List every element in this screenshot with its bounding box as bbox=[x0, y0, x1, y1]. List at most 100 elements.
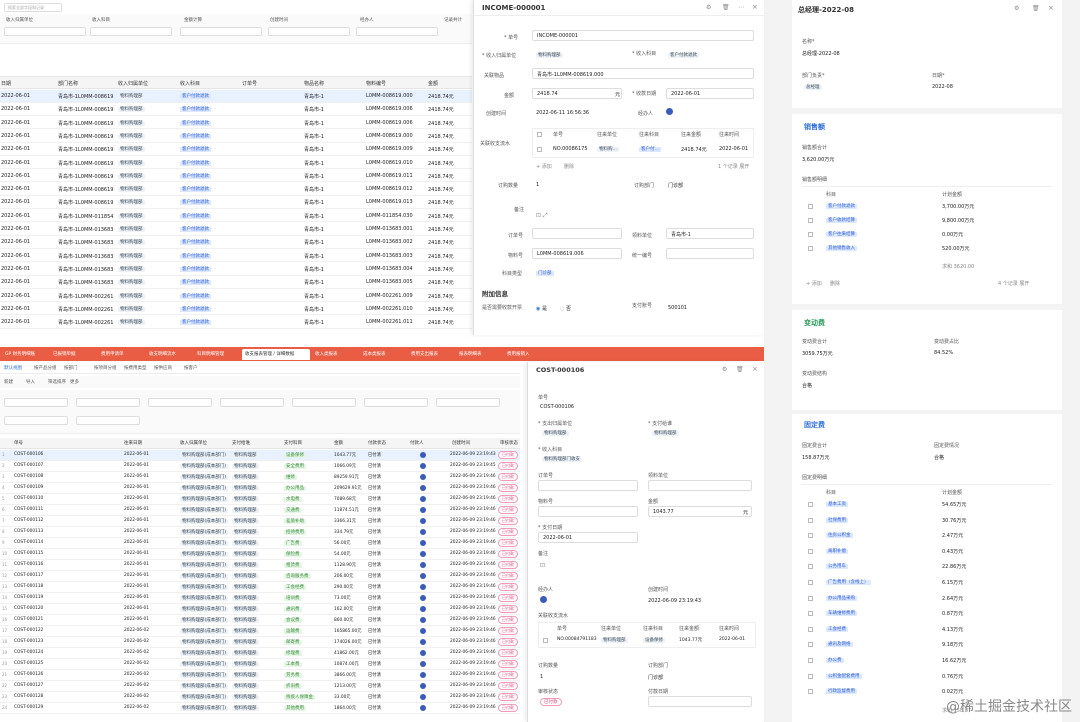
column-header[interactable]: 金额 bbox=[334, 440, 343, 446]
row-checkbox[interactable] bbox=[808, 548, 813, 554]
column-header[interactable]: 付款人 bbox=[410, 440, 424, 446]
table-row[interactable]: 2022-06-01 青岛市-1L0MM-008619 物料购理部 客户付款退款 青岛市… bbox=[0, 103, 472, 116]
column-header[interactable]: 部门名称 bbox=[58, 80, 78, 87]
settings-icon[interactable]: ⚙ bbox=[706, 4, 711, 11]
filter-input[interactable] bbox=[220, 398, 284, 407]
filter-input[interactable] bbox=[364, 398, 428, 407]
column-header[interactable]: 支付科目 bbox=[284, 440, 302, 446]
table-row[interactable]: 4 COST-000109 2022-06-01 物料购理部(成本部门) 物料购理部 办公… bbox=[0, 483, 520, 494]
close-icon[interactable]: × bbox=[752, 365, 758, 373]
delete-row-button[interactable]: 删除 bbox=[564, 163, 574, 170]
table-row[interactable]: 2022-06-01 青岛市-1L0MM-002261 物料购理部 客户付款退款 青岛市… bbox=[0, 289, 472, 303]
tab-item[interactable]: 收支明细流水 bbox=[146, 349, 192, 360]
row-checkbox[interactable] bbox=[808, 580, 813, 585]
table-row[interactable]: 17 COST-000122 2022-06-02 物料购理部(成本部门) 物料购理部 运… bbox=[0, 626, 520, 637]
filter-input[interactable] bbox=[268, 27, 350, 36]
filter-input[interactable] bbox=[76, 416, 140, 425]
column-header[interactable]: 订单号 bbox=[242, 80, 257, 87]
filter-input[interactable] bbox=[4, 27, 86, 36]
pay-tag[interactable]: 物料购理部 bbox=[652, 431, 679, 436]
uni-field[interactable] bbox=[666, 248, 754, 259]
table-row[interactable]: 2022-06-01 青岛市-1L0MM-002261 物料购理部 客户付款退款 青岛市… bbox=[0, 316, 472, 329]
table-row[interactable]: 21 COST-000126 2022-06-02 物料购理部(成本部门) 物料购理部 劳… bbox=[0, 670, 520, 681]
column-header[interactable]: 往来日期 bbox=[124, 440, 142, 446]
table-row[interactable]: 10 COST-000115 2022-06-01 物料购理部(成本部门) 物料购理部 保… bbox=[0, 549, 520, 560]
table-row[interactable]: 2022-06-01 青岛市-1L0MM-013683 物料购理部 客户付款退款 青岛市… bbox=[0, 249, 472, 263]
row-checkbox[interactable] bbox=[808, 218, 813, 223]
column-header[interactable]: 物品名称 bbox=[304, 80, 324, 87]
goods-field[interactable]: 青岛市-1L0MM-008619.000 bbox=[532, 68, 754, 79]
filter-input[interactable] bbox=[148, 398, 212, 407]
filter-input[interactable] bbox=[90, 27, 172, 36]
filter-input[interactable] bbox=[436, 398, 500, 407]
table-row[interactable]: 23 COST-000128 2022-06-02 物料购理部(成本部门) 物料购理部 残… bbox=[0, 692, 520, 703]
table-row[interactable]: 16 COST-000121 2022-06-01 物料购理部(成本部门) 物料购理部 会… bbox=[0, 615, 520, 626]
radio-no[interactable]: ○ 否 bbox=[560, 305, 571, 312]
row-checkbox[interactable] bbox=[808, 232, 813, 237]
row-checkbox[interactable] bbox=[537, 147, 542, 152]
tab-item[interactable]: 费用支出报表 bbox=[408, 349, 454, 360]
subject-tag[interactable]: 客户付款退款 bbox=[668, 53, 699, 58]
table-row[interactable]: 8 COST-000113 2022-06-01 物料购理部(成本部门) 物料购理部 招待… bbox=[0, 527, 520, 538]
table-row[interactable]: 2022-06-01 青岛市-1L0MM-008619 物料购理部 客户付款退款 青岛市… bbox=[0, 183, 472, 196]
amount-field[interactable]: 1043.77 元 bbox=[648, 506, 752, 517]
table-row[interactable]: 13 COST-000118 2022-06-01 物料购理部(成本部门) 物料购理部 工… bbox=[0, 582, 520, 593]
table-row[interactable]: 18 COST-000123 2022-06-02 物料购理部(成本部门) 物料购理部 邮… bbox=[0, 637, 520, 648]
radio-yes[interactable]: ◉ 是 bbox=[536, 305, 547, 312]
order-field[interactable] bbox=[538, 480, 638, 491]
row-checkbox[interactable] bbox=[808, 533, 813, 539]
column-header[interactable]: 物料编号 bbox=[366, 80, 386, 87]
more-icon[interactable]: ⋯ bbox=[738, 4, 744, 11]
attach-icon[interactable]: ⊡ ⤢ bbox=[536, 212, 548, 220]
row-checkbox[interactable] bbox=[808, 626, 813, 632]
table-row[interactable]: 2022-06-01 青岛市-1L0MM-013683 物料购理部 客户付款退款 青岛市… bbox=[0, 262, 472, 276]
unit-tag[interactable]: 物料购理部 bbox=[536, 53, 563, 58]
table-row[interactable]: 20 COST-000125 2022-06-02 物料购理部(成本部门) 物料购理部 工… bbox=[0, 659, 520, 670]
row-checkbox[interactable] bbox=[808, 564, 813, 570]
view-tab[interactable]: 按客户 bbox=[184, 365, 198, 371]
table-row[interactable]: 2022-06-01 青岛市-1L0MM-002261 物料购理部 客户付款退款 青岛市… bbox=[0, 302, 472, 316]
column-header[interactable]: 收入归属单位 bbox=[118, 80, 148, 87]
filter-input[interactable] bbox=[76, 398, 140, 407]
row-checkbox[interactable] bbox=[808, 658, 813, 663]
table-row[interactable]: 14 COST-000119 2022-06-01 物料购理部(成本部门) 物料购理部 培… bbox=[0, 593, 520, 604]
column-header[interactable]: 付款状态 bbox=[368, 440, 386, 446]
close-icon[interactable]: × bbox=[752, 3, 758, 11]
subject-tag[interactable]: 物料购理部门收支 bbox=[542, 457, 582, 462]
table-row[interactable]: 7 COST-000112 2022-06-01 物料购理部(成本部门) 物料购理部 差旅… bbox=[0, 516, 520, 527]
order-field[interactable] bbox=[532, 228, 622, 239]
table-row[interactable]: 2022-06-01 青岛市-1L0MM-008619 物料购理部 客户付款退款 青岛市… bbox=[0, 143, 472, 156]
table-row[interactable]: 22 COST-000127 2022-06-02 物料购理部(成本部门) 物料购理部 折… bbox=[0, 681, 520, 692]
toolbar-button[interactable]: 新建 bbox=[4, 379, 13, 385]
settings-icon[interactable]: ⚙ bbox=[1014, 5, 1019, 12]
add-row-button[interactable]: + 添加 bbox=[536, 163, 552, 170]
column-header[interactable]: 收入科目 bbox=[180, 80, 200, 87]
mat-field[interactable] bbox=[538, 506, 638, 517]
table-row[interactable]: 3 COST-000108 2022-06-01 物料购理部(成本部门) 物料购理部 维修… bbox=[0, 472, 520, 483]
row-checkbox[interactable] bbox=[543, 638, 548, 643]
table-row[interactable]: 2022-06-01 青岛市-1L0MM-008619 物料购理部 客户付款退款 青岛市… bbox=[0, 169, 472, 183]
column-header[interactable]: 单号 bbox=[14, 440, 23, 446]
table-row[interactable]: 2022-06-01 青岛市-1L0MM-013683 物料购理部 客户付款退款 青岛市… bbox=[0, 223, 472, 236]
tab-item[interactable]: 已报销单据 bbox=[50, 349, 96, 360]
date-field[interactable]: 2022-06-01 bbox=[538, 532, 638, 543]
table-row[interactable]: 24 COST-000129 2022-06-02 物料购理部(成本部门) 物料购理部 其… bbox=[0, 703, 520, 714]
row-checkbox[interactable] bbox=[808, 611, 813, 617]
row-checkbox[interactable] bbox=[808, 642, 813, 648]
filter-input[interactable] bbox=[356, 27, 438, 36]
toolbar-button[interactable]: 筛选排序 bbox=[48, 379, 66, 385]
row-checkbox[interactable] bbox=[808, 595, 813, 601]
add-row-button[interactable]: + 添加 bbox=[806, 280, 822, 287]
row-checkbox[interactable] bbox=[808, 246, 813, 251]
tab-item[interactable]: 收支报表管理 / 详细数据 bbox=[242, 349, 310, 360]
attach-icon[interactable]: ⊡ bbox=[540, 562, 545, 569]
table-row[interactable]: 5 COST-000110 2022-06-01 物料购理部(成本部门) 物料购理部 水电… bbox=[0, 494, 520, 505]
type-tag[interactable]: 门诊部 bbox=[536, 271, 554, 276]
settings-icon[interactable]: ⚙ bbox=[722, 366, 727, 373]
toolbar-button[interactable]: 更多 bbox=[70, 379, 79, 385]
table-row[interactable]: 15 COST-000120 2022-06-01 物料购理部(成本部门) 物料购理部 通… bbox=[0, 604, 520, 615]
table-row[interactable]: 2022-06-01 青岛市-1L0MM-008619 物料购理部 客户付款退款 青岛市… bbox=[0, 196, 472, 210]
column-header[interactable]: 创建时间 bbox=[452, 440, 470, 446]
tab-item[interactable]: 报表明细表 bbox=[456, 349, 502, 360]
tab-item[interactable]: 费用报销入 bbox=[504, 349, 550, 360]
